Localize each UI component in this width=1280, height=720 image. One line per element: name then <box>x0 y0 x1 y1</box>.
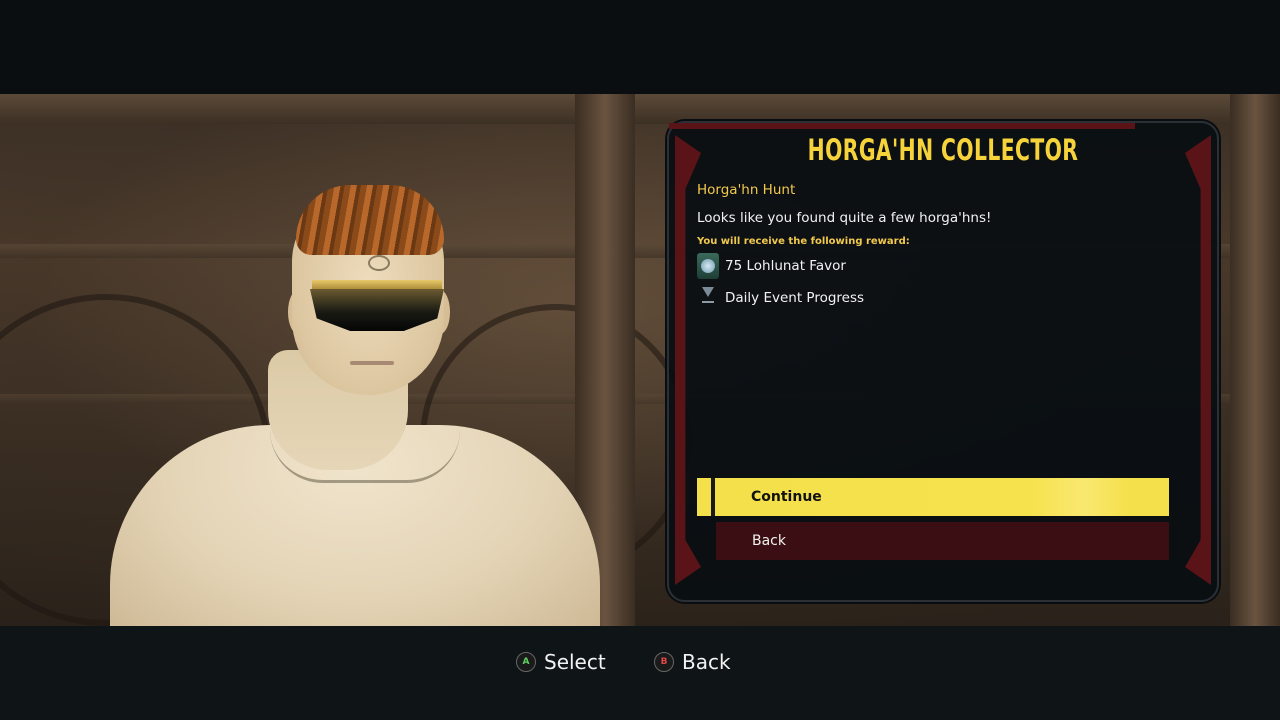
a-button-icon: A <box>516 652 536 672</box>
character-forehead-ring <box>368 255 390 271</box>
ceiling-beam <box>0 94 1280 124</box>
dialog-frame-bottom <box>669 123 1135 129</box>
character-mouth <box>350 361 394 365</box>
wooden-pillar <box>1230 94 1280 626</box>
continue-button-label: Continue <box>751 489 822 505</box>
reward-text: Daily Event Progress <box>725 290 865 306</box>
mission-name: Horga'hn Hunt <box>697 182 796 198</box>
mission-dialog: HORGA'HN COLLECTOR Horga'hn Hunt Looks l… <box>667 121 1219 602</box>
letterbox-top <box>0 0 1280 94</box>
dialog-frame-right <box>1185 135 1211 585</box>
back-hint[interactable]: B Back <box>654 650 731 674</box>
reward-item: 75 Lohlunat Favor <box>697 253 846 279</box>
selection-marker <box>697 478 715 516</box>
player-character <box>100 185 600 635</box>
dialog-title: HORGA'HN COLLECTOR <box>807 133 1079 167</box>
select-hint[interactable]: A Select <box>516 650 606 674</box>
controller-hints: A Select B Back <box>0 650 1280 680</box>
back-hint-label: Back <box>682 650 731 674</box>
daily-event-progress-icon <box>697 285 719 311</box>
dialog-frame-left <box>675 135 701 585</box>
b-button-icon: B <box>654 652 674 672</box>
character-hair <box>296 185 444 255</box>
mission-text: Looks like you found quite a few horga'h… <box>697 210 992 226</box>
select-hint-label: Select <box>544 650 606 674</box>
reward-item: Daily Event Progress <box>697 285 864 311</box>
reward-text: 75 Lohlunat Favor <box>725 258 846 274</box>
back-button-label: Back <box>752 533 786 549</box>
character-necklace <box>270 430 460 483</box>
back-button[interactable]: Back <box>716 522 1169 560</box>
reward-label: You will receive the following reward: <box>697 236 910 247</box>
continue-button[interactable]: Continue <box>697 478 1169 516</box>
lohlunat-favor-icon <box>697 253 719 279</box>
